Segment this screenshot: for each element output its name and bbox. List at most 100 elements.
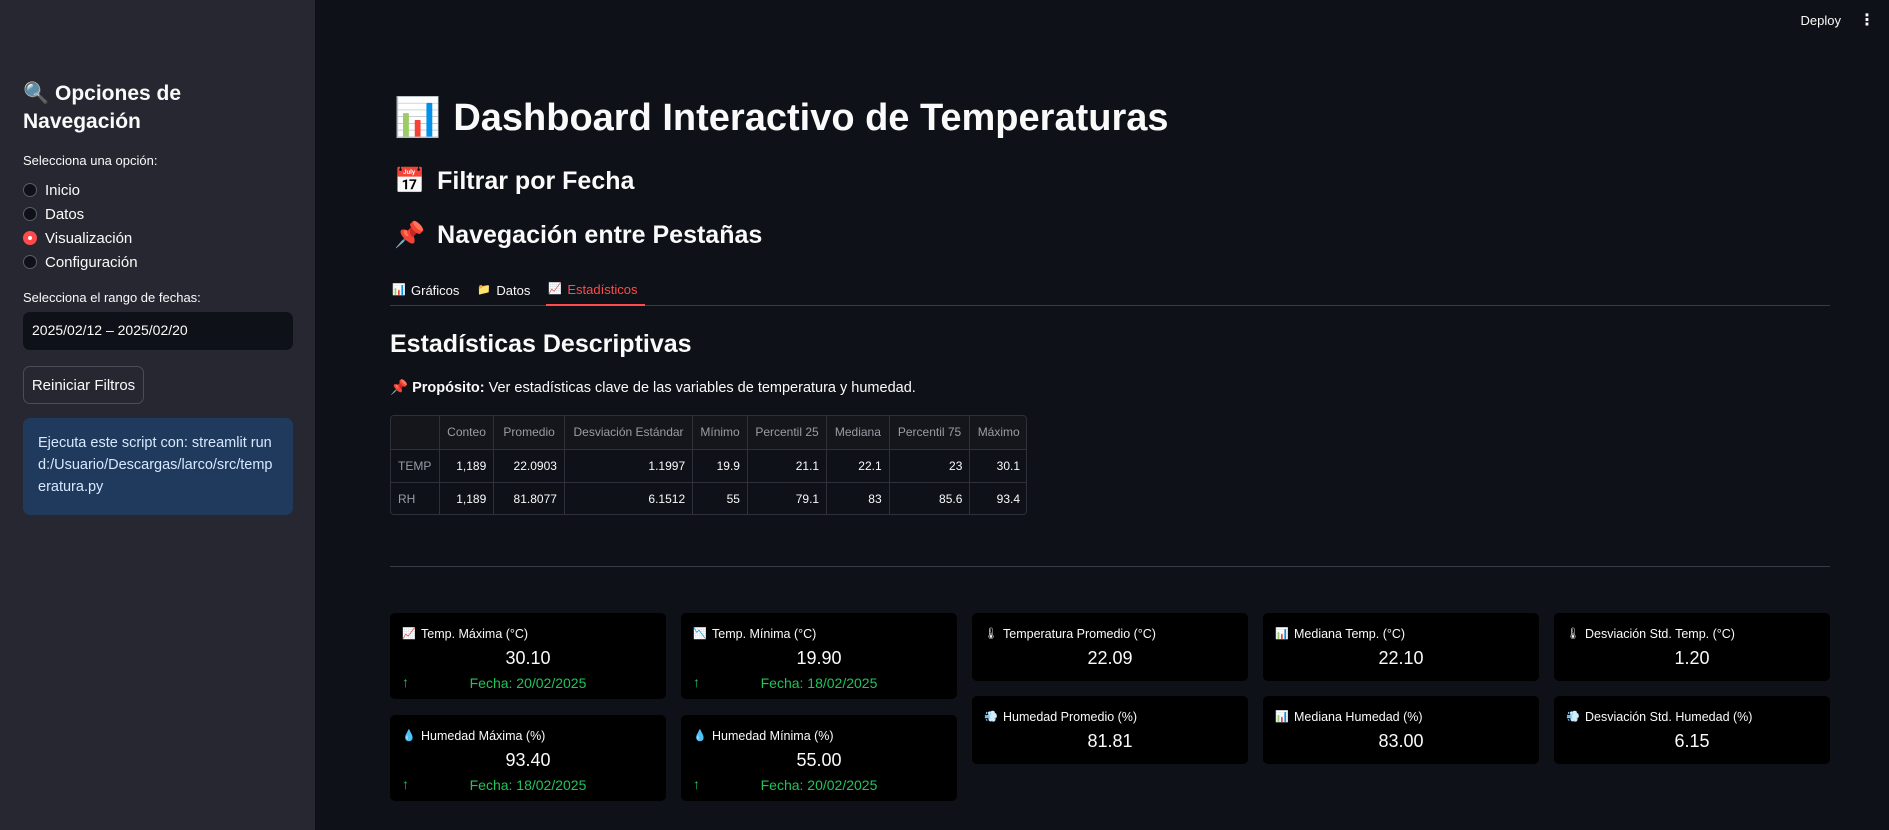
table-cell[interactable]: 93.4 xyxy=(969,482,1026,514)
stats-table[interactable]: Conteo Promedio Desviación Estándar Míni… xyxy=(390,415,1027,515)
metric-label: 📈 Temp. Máxima (°C) xyxy=(402,627,528,641)
column-header[interactable]: Mediana xyxy=(826,416,890,450)
metric-card-hum-std: 💨 Desviación Std. Humedad (%) 6.15 xyxy=(1554,696,1830,764)
tab-datos[interactable]: 📁 Datos xyxy=(475,274,538,306)
metric-label-text: Desviación Std. Temp. (°C) xyxy=(1585,627,1735,641)
radio-label: Configuración xyxy=(45,253,138,271)
table-cell[interactable]: 6.1512 xyxy=(564,482,694,514)
metric-label-text: Humedad Promedio (%) xyxy=(1003,710,1138,724)
column-header[interactable]: Promedio xyxy=(493,416,565,450)
pushpin-icon: 📌 xyxy=(394,221,426,249)
thermometer-icon: 🌡 xyxy=(1566,627,1580,640)
tab-label: Gráficos xyxy=(411,282,460,298)
table-cell[interactable]: RH xyxy=(391,482,440,514)
metric-label: 📉 Temp. Mínima (°C) xyxy=(693,627,816,641)
table-cell[interactable]: TEMP xyxy=(391,449,440,483)
radio-option-datos[interactable]: Datos xyxy=(23,202,138,226)
column-header[interactable]: Percentil 75 xyxy=(889,416,971,450)
arrow-up-icon: ↑ xyxy=(402,776,409,792)
metric-label-text: Humedad Mínima (%) xyxy=(712,729,834,743)
pushpin-icon: 📌 xyxy=(390,380,409,396)
metric-card-temp-std: 🌡 Desviación Std. Temp. (°C) 1.20 xyxy=(1554,613,1830,681)
radio-circle-icon xyxy=(23,231,37,245)
metric-delta: ↑ Fecha: 18/02/2025 xyxy=(402,776,654,793)
page-title: 📊 Dashboard Interactivo de Temperaturas xyxy=(394,96,1169,140)
purpose-text: 📌 Propósito: Ver estadísticas clave de l… xyxy=(390,379,916,396)
table-row: TEMP 1,189 22.0903 1.1997 19.9 21.1 22.1… xyxy=(391,449,1026,483)
column-header[interactable] xyxy=(391,416,440,450)
column-header[interactable]: Conteo xyxy=(439,416,495,450)
table-cell[interactable]: 21.1 xyxy=(747,449,828,483)
tab-graficos[interactable]: 📊 Gráficos xyxy=(390,274,467,306)
metric-card-temp-median: 📊 Mediana Temp. (°C) 22.10 xyxy=(1263,613,1539,681)
radio-option-visualizacion[interactable]: Visualización xyxy=(23,226,138,250)
bar-chart-icon: 📊 xyxy=(1275,627,1289,640)
metric-delta-text: Fecha: 20/02/2025 xyxy=(469,675,587,691)
chart-up-icon: 📈 xyxy=(402,627,416,640)
table-cell[interactable]: 1.1997 xyxy=(564,449,694,483)
table-cell[interactable]: 1,189 xyxy=(439,449,495,483)
metric-label-text: Desviación Std. Humedad (%) xyxy=(1585,710,1753,724)
table-cell[interactable]: 22.1 xyxy=(826,449,890,483)
date-range-input[interactable]: 2025/02/12 – 2025/02/20 xyxy=(23,312,293,350)
metric-delta: ↑ Fecha: 18/02/2025 xyxy=(693,674,945,691)
tab-estadisticos[interactable]: 📈 Estadísticos xyxy=(546,274,646,306)
more-options-icon[interactable]: ⋮ xyxy=(1859,10,1875,30)
line-chart-icon: 📈 xyxy=(548,282,563,295)
top-toolbar: Deploy ⋮ xyxy=(1801,0,1889,40)
table-cell[interactable]: 30.1 xyxy=(969,449,1026,483)
bar-chart-icon: 📊 xyxy=(392,283,406,296)
folder-icon: 📁 xyxy=(477,283,492,296)
reset-filters-button[interactable]: Reiniciar Filtros xyxy=(23,366,144,404)
metric-label: 📊 Mediana Temp. (°C) xyxy=(1275,627,1405,641)
arrow-up-icon: ↑ xyxy=(693,674,700,690)
tab-bar: 📊 Gráficos 📁 Datos 📈 Estadísticos xyxy=(390,274,1830,306)
table-cell[interactable]: 55 xyxy=(692,482,748,514)
column-header[interactable]: Percentil 25 xyxy=(747,416,828,450)
table-cell[interactable]: 19.9 xyxy=(692,449,748,483)
metric-card-temp-min: 📉 Temp. Mínima (°C) 19.90 ↑ Fecha: 18/02/2… xyxy=(681,613,957,699)
radio-option-inicio[interactable]: Inicio xyxy=(23,178,138,202)
filter-heading-text: Filtrar por Fecha xyxy=(437,167,635,195)
table-cell[interactable]: 85.6 xyxy=(889,482,971,514)
page-title-text: Dashboard Interactivo de Temperaturas xyxy=(453,96,1169,139)
metric-card-hum-min: 💧 Humedad Mínima (%) 55.00 ↑ Fecha: 20/02/… xyxy=(681,715,957,801)
column-header[interactable]: Máximo xyxy=(969,416,1026,450)
info-box: Ejecuta este script con: streamlit run d… xyxy=(23,418,293,515)
metric-value: 93.40 xyxy=(505,750,551,770)
radio-circle-icon xyxy=(23,255,37,269)
table-cell[interactable]: 23 xyxy=(889,449,971,483)
purpose-description: Ver estadísticas clave de las variables … xyxy=(484,380,916,396)
radio-circle-icon xyxy=(23,183,37,197)
metric-delta-text: Fecha: 18/02/2025 xyxy=(469,777,587,793)
arrow-up-icon: ↑ xyxy=(402,674,409,690)
thermometer-icon: 🌡 xyxy=(984,627,998,640)
column-header[interactable]: Mínimo xyxy=(692,416,748,450)
metric-value: 22.10 xyxy=(1378,648,1424,668)
metric-card-hum-avg: 💨 Humedad Promedio (%) 81.81 xyxy=(972,696,1248,764)
metric-value: 30.10 xyxy=(505,648,551,668)
radio-option-configuracion[interactable]: Configuración xyxy=(23,250,138,274)
chart-down-icon: 📉 xyxy=(693,627,707,640)
purpose-label: Propósito: xyxy=(412,380,485,396)
deploy-button[interactable]: Deploy xyxy=(1801,13,1841,28)
column-header[interactable]: Desviación Estándar xyxy=(564,416,694,450)
metric-label: 💨 Desviación Std. Humedad (%) xyxy=(1566,710,1752,724)
metric-delta: ↑ Fecha: 20/02/2025 xyxy=(693,776,945,793)
sidebar-title: 🔍 Opciones de Navegación xyxy=(23,80,293,136)
table-header-row: Conteo Promedio Desviación Estándar Míni… xyxy=(391,416,1026,450)
arrow-up-icon: ↑ xyxy=(693,776,700,792)
table-cell[interactable]: 81.8077 xyxy=(493,482,565,514)
metric-label: 💨 Humedad Promedio (%) xyxy=(984,710,1137,724)
metric-label-text: Temp. Mínima (°C) xyxy=(712,627,817,641)
nav-heading: 📌 Navegación entre Pestañas xyxy=(394,221,762,250)
radio-label: Inicio xyxy=(45,181,81,199)
table-cell[interactable]: 83 xyxy=(826,482,890,514)
table-cell[interactable]: 22.0903 xyxy=(493,449,565,483)
table-cell[interactable]: 79.1 xyxy=(747,482,828,514)
table-cell[interactable]: 1,189 xyxy=(439,482,495,514)
metric-value: 22.09 xyxy=(1087,648,1133,668)
metric-label: 📊 Mediana Humedad (%) xyxy=(1275,710,1423,724)
metric-label: 💧 Humedad Máxima (%) xyxy=(402,729,545,743)
wind-icon: 💨 xyxy=(984,710,998,723)
